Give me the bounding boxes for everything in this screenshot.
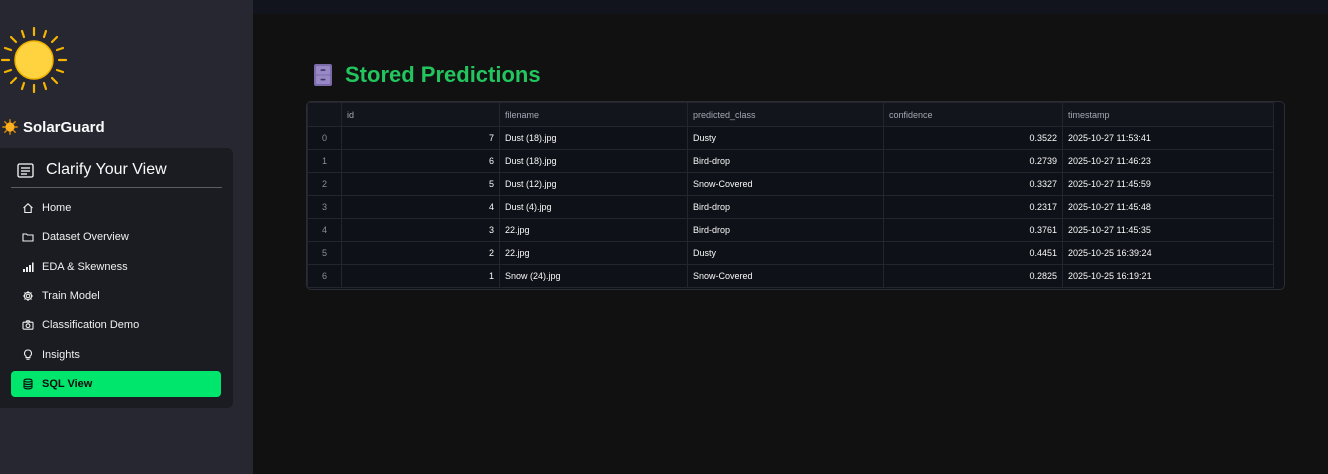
cell-confidence[interactable]: 0.2739 (883, 149, 1063, 173)
folder-icon (22, 233, 34, 242)
cell-predicted-class[interactable]: Snow-Covered (687, 264, 884, 288)
column-header-id[interactable]: id (341, 102, 500, 127)
camera-icon (22, 320, 34, 330)
nav-item-label: Dataset Overview (42, 231, 129, 243)
column-header-confidence[interactable]: confidence (883, 102, 1063, 127)
cell-index[interactable]: 0 (307, 126, 342, 150)
cell-id[interactable]: 6 (341, 149, 500, 173)
cell-timestamp[interactable]: 2025-10-27 11:45:48 (1062, 195, 1274, 219)
menu-title: Clarify Your View (17, 159, 167, 181)
nav-item-insights[interactable]: Insights (11, 342, 221, 368)
nav-item-sql-view[interactable]: SQL View (11, 371, 221, 397)
cell-timestamp[interactable]: 2025-10-27 11:46:23 (1062, 149, 1274, 173)
table-row: 4 3 22.jpg Bird-drop 0.3761 2025-10-27 1… (307, 218, 1274, 242)
brand-name: SolarGuard (23, 118, 105, 136)
gear-icon (23, 291, 33, 301)
table-row: 2 5 Dust (12).jpg Snow-Covered 0.3327 20… (307, 172, 1274, 196)
database-icon (23, 378, 33, 390)
cell-timestamp[interactable]: 2025-10-27 11:45:35 (1062, 218, 1274, 242)
bar-chart-icon (23, 262, 34, 272)
nav-item-label: Train Model (42, 290, 100, 302)
column-header-predicted-class[interactable]: predicted_class (687, 102, 884, 127)
cell-timestamp[interactable]: 2025-10-25 16:19:21 (1062, 264, 1274, 288)
nav-item-train-model[interactable]: Train Model (11, 283, 221, 309)
cell-id[interactable]: 7 (341, 126, 500, 150)
menu-title-label: Clarify Your View (46, 161, 167, 178)
cell-confidence[interactable]: 0.3522 (883, 126, 1063, 150)
cell-predicted-class[interactable]: Bird-drop (687, 149, 884, 173)
column-header-index[interactable] (307, 102, 342, 127)
table-row: 3 4 Dust (4).jpg Bird-drop 0.2317 2025-1… (307, 195, 1274, 219)
sun-logo-icon (0, 26, 68, 94)
sun-small-icon (2, 119, 18, 135)
table-row: 5 2 22.jpg Dusty 0.4451 2025-10-25 16:39… (307, 241, 1274, 265)
nav-item-home[interactable]: Home (11, 195, 221, 221)
cell-index[interactable]: 6 (307, 264, 342, 288)
nav-item-label: EDA & Skewness (42, 261, 128, 273)
page-title: Stored Predictions (313, 60, 541, 90)
navigation-menu: Clarify Your View Home Dataset Overview … (0, 148, 233, 408)
cell-timestamp[interactable]: 2025-10-27 11:53:41 (1062, 126, 1274, 150)
file-cabinet-icon (314, 64, 332, 86)
cell-filename[interactable]: 22.jpg (499, 241, 688, 265)
page-title-text: Stored Predictions (345, 62, 541, 87)
table-row: 0 7 Dust (18).jpg Dusty 0.3522 2025-10-2… (307, 126, 1274, 150)
nav-item-label: Classification Demo (42, 319, 140, 331)
cell-confidence[interactable]: 0.4451 (883, 241, 1063, 265)
column-header-timestamp[interactable]: timestamp (1062, 102, 1274, 127)
cell-id[interactable]: 2 (341, 241, 500, 265)
column-header-filename[interactable]: filename (499, 102, 688, 127)
table-row: 6 1 Snow (24).jpg Snow-Covered 0.2825 20… (307, 264, 1274, 288)
house-icon (23, 203, 33, 214)
cell-filename[interactable]: Snow (24).jpg (499, 264, 688, 288)
lightbulb-icon (24, 349, 32, 360)
nav-item-eda-skewness[interactable]: EDA & Skewness (11, 254, 221, 280)
cell-predicted-class[interactable]: Bird-drop (687, 195, 884, 219)
nav-item-label: Home (42, 202, 72, 214)
cell-filename[interactable]: Dust (18).jpg (499, 149, 688, 173)
cell-predicted-class[interactable]: Snow-Covered (687, 172, 884, 196)
cell-confidence[interactable]: 0.2825 (883, 264, 1063, 288)
cell-confidence[interactable]: 0.3327 (883, 172, 1063, 196)
cell-id[interactable]: 1 (341, 264, 500, 288)
predictions-table[interactable]: id filename predicted_class confidence t… (306, 101, 1285, 290)
cell-filename[interactable]: Dust (12).jpg (499, 172, 688, 196)
nav-item-label: SQL View (42, 378, 93, 390)
cell-filename[interactable]: Dust (18).jpg (499, 126, 688, 150)
brand: SolarGuard (2, 117, 105, 137)
cell-timestamp[interactable]: 2025-10-25 16:39:24 (1062, 241, 1274, 265)
top-header-bar (253, 0, 1328, 14)
cell-index[interactable]: 2 (307, 172, 342, 196)
cell-id[interactable]: 3 (341, 218, 500, 242)
table-row: 1 6 Dust (18).jpg Bird-drop 0.2739 2025-… (307, 149, 1274, 173)
cell-index[interactable]: 5 (307, 241, 342, 265)
nav-item-classification-demo[interactable]: Classification Demo (11, 312, 221, 338)
nav-item-label: Insights (42, 349, 80, 361)
sidebar: SolarGuard Clarify Your View Home Datase… (0, 0, 253, 474)
cell-confidence[interactable]: 0.2317 (883, 195, 1063, 219)
cell-timestamp[interactable]: 2025-10-27 11:45:59 (1062, 172, 1274, 196)
cell-filename[interactable]: 22.jpg (499, 218, 688, 242)
cell-predicted-class[interactable]: Bird-drop (687, 218, 884, 242)
cell-index[interactable]: 1 (307, 149, 342, 173)
data-table: id filename predicted_class confidence t… (307, 102, 1274, 288)
cell-index[interactable]: 4 (307, 218, 342, 242)
cell-predicted-class[interactable]: Dusty (687, 241, 884, 265)
cell-index[interactable]: 3 (307, 195, 342, 219)
cell-confidence[interactable]: 0.3761 (883, 218, 1063, 242)
menu-divider (11, 187, 222, 188)
table-header-row: id filename predicted_class confidence t… (307, 102, 1274, 127)
card-list-icon (17, 162, 34, 178)
cell-filename[interactable]: Dust (4).jpg (499, 195, 688, 219)
cell-id[interactable]: 5 (341, 172, 500, 196)
cell-id[interactable]: 4 (341, 195, 500, 219)
nav-item-dataset-overview[interactable]: Dataset Overview (11, 224, 221, 250)
cell-predicted-class[interactable]: Dusty (687, 126, 884, 150)
